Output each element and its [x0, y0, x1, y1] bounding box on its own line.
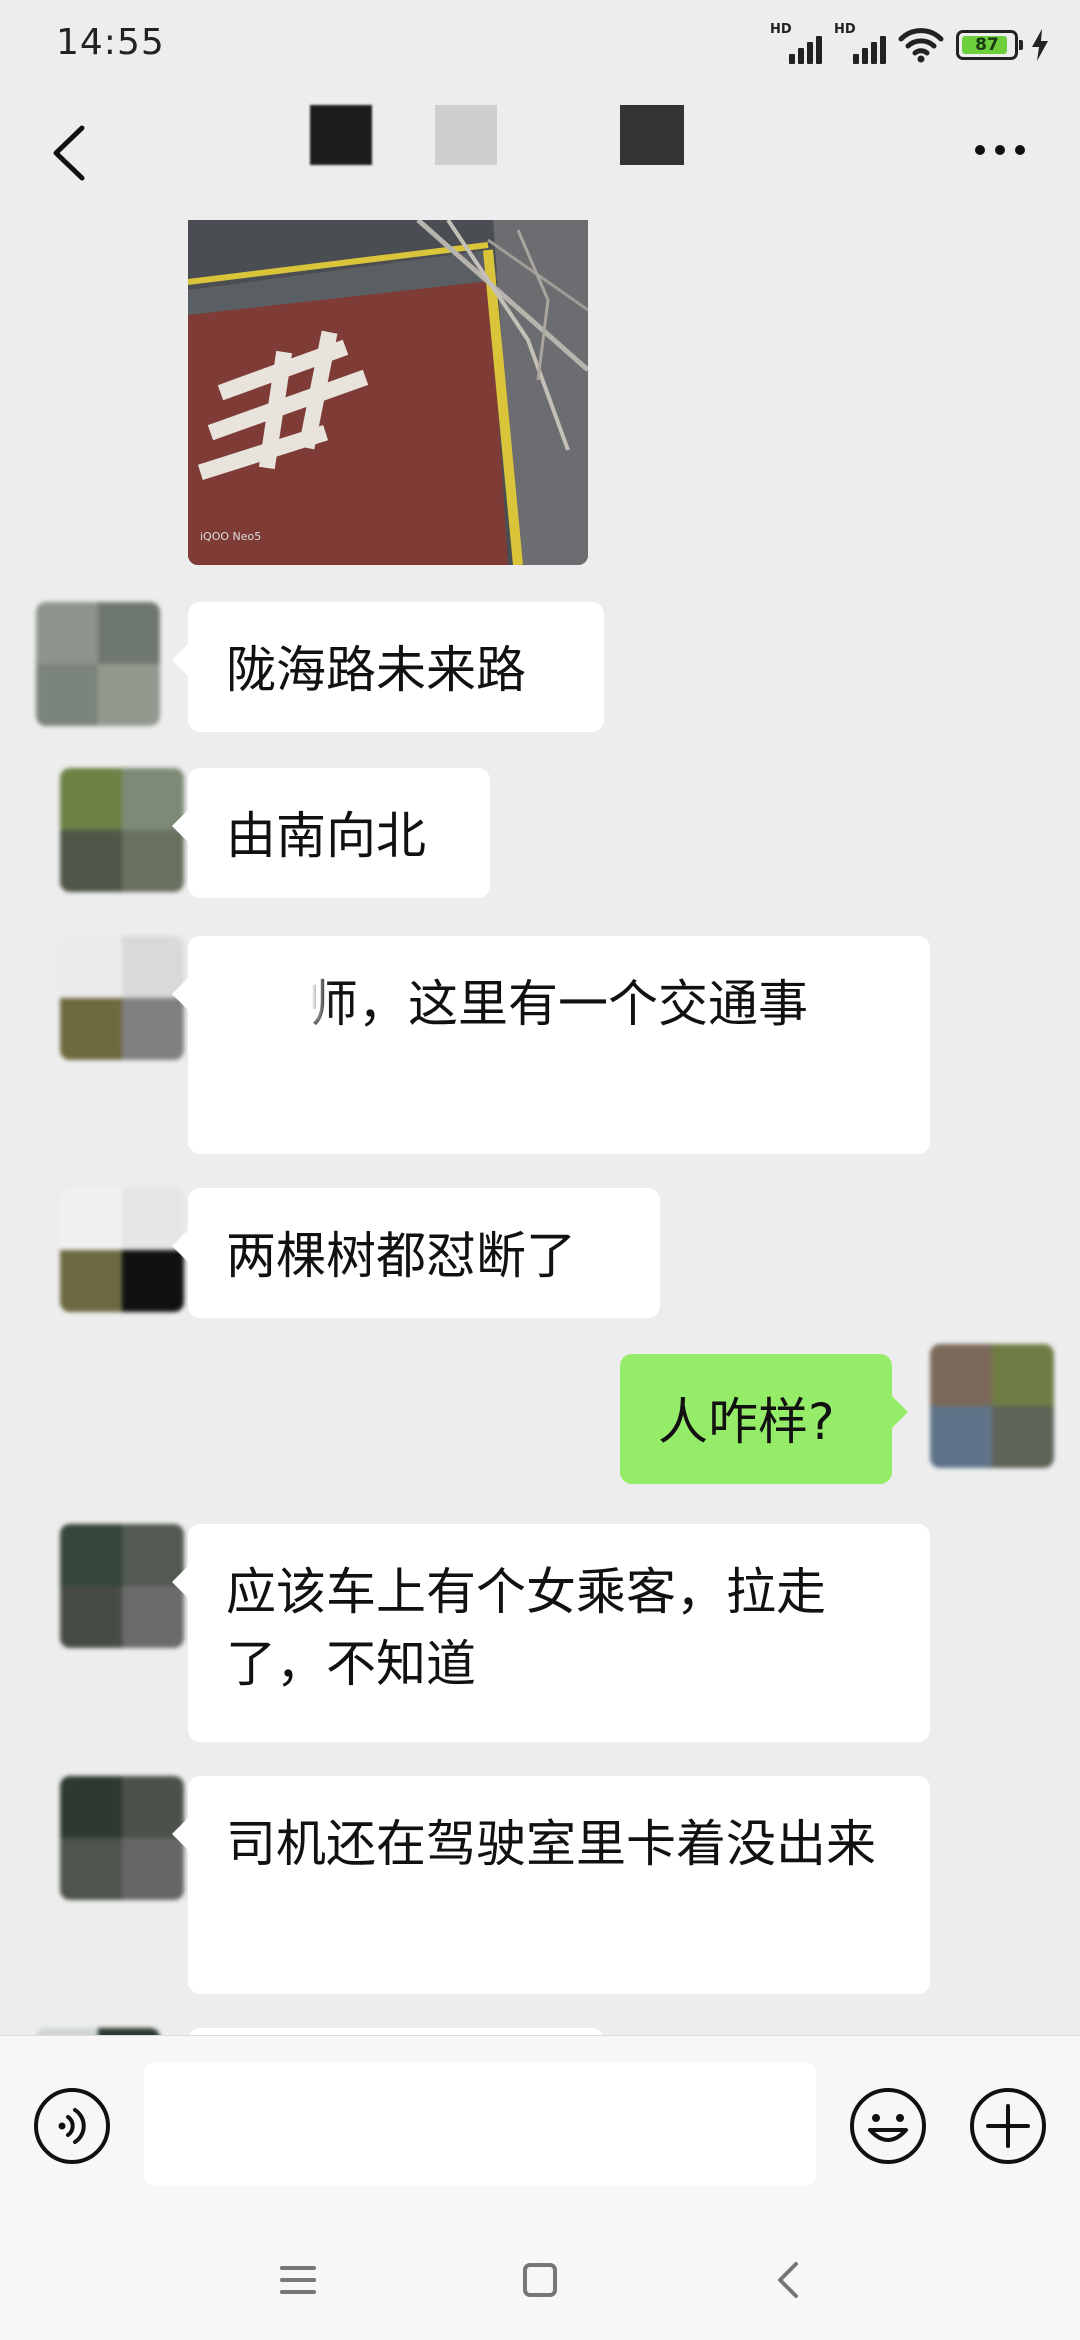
chat-area[interactable]: iQOO Neo5 陇海路未来路 由南向北 师，这里有一个交通事 两棵树都怼断了… [0, 220, 1080, 2035]
back-icon [778, 2262, 798, 2298]
wifi-icon [898, 28, 944, 63]
message-bubble[interactable] [188, 2028, 604, 2035]
message-bubble[interactable]: 司机还在驾驶室里卡着没出来 [172, 1776, 930, 1994]
voice-button[interactable] [32, 2086, 112, 2166]
plus-icon [970, 2088, 1046, 2164]
more-button[interactable] [960, 120, 1040, 180]
title-redaction [310, 105, 372, 165]
avatar[interactable] [36, 2028, 160, 2035]
emoji-button[interactable] [848, 2086, 928, 2166]
nav-back-button[interactable] [760, 2250, 820, 2310]
message-text: 陇海路未来路 [226, 641, 526, 699]
message-bubble[interactable]: 陇海路未来路 [172, 602, 604, 732]
signal-icon: HD [834, 22, 886, 64]
menu-icon [280, 2266, 316, 2294]
message-text: 师，这里有一个交通事 [308, 975, 808, 1033]
input-bar [0, 2035, 1080, 2221]
home-icon [523, 2263, 557, 2297]
message-text: 司机还在驾驶室里卡着没出来 [226, 1815, 876, 1873]
message-text: 两棵树都怼断了 [226, 1227, 576, 1285]
battery-level: 87 [975, 35, 999, 55]
message-bubble[interactable]: 由南向北 [172, 768, 490, 898]
status-icons: HD HD 87 [770, 22, 1050, 68]
avatar-self[interactable] [930, 1344, 1054, 1468]
road-photo [188, 220, 588, 565]
avatar[interactable] [60, 936, 184, 1060]
signal-icon: HD [770, 22, 822, 64]
chat-header [0, 90, 1080, 220]
charging-icon [1032, 29, 1048, 61]
status-bar: 14:55 HD HD 87 [0, 0, 1080, 90]
message-input[interactable] [144, 2062, 816, 2186]
more-dots-icon [975, 145, 1025, 155]
text-redaction [220, 962, 320, 1022]
signal-hd-label: HD [770, 22, 792, 37]
message-bubble[interactable]: 两棵树都怼断了 [172, 1188, 660, 1318]
avatar[interactable] [36, 602, 160, 726]
avatar[interactable] [60, 1524, 184, 1648]
emoji-icon [850, 2088, 926, 2164]
title-redaction [435, 105, 497, 165]
message-text: 人咋样? [658, 1393, 835, 1451]
photo-watermark: iQOO Neo5 [200, 530, 262, 543]
avatar[interactable] [60, 1188, 184, 1312]
title-redaction [620, 105, 684, 165]
back-button[interactable] [40, 118, 100, 188]
message-text: 应该车上有个女乘客，拉走了，不知道 [226, 1563, 826, 1693]
chevron-left-icon [53, 125, 85, 181]
system-nav-bar [0, 2220, 1080, 2340]
home-button[interactable] [510, 2250, 570, 2310]
image-message[interactable]: iQOO Neo5 [188, 220, 588, 565]
voice-icon [34, 2088, 110, 2164]
more-actions-button[interactable] [968, 2086, 1048, 2166]
battery-icon: 87 [956, 30, 1023, 60]
message-text: 由南向北 [226, 807, 426, 865]
avatar[interactable] [60, 1776, 184, 1900]
status-time: 14:55 [56, 22, 165, 63]
menu-button[interactable] [268, 2250, 328, 2310]
signal-hd-label: HD [834, 22, 856, 37]
message-bubble-outgoing[interactable]: 人咋样? [620, 1354, 908, 1484]
avatar[interactable] [60, 768, 184, 892]
message-bubble[interactable]: 应该车上有个女乘客，拉走了，不知道 [172, 1524, 930, 1742]
